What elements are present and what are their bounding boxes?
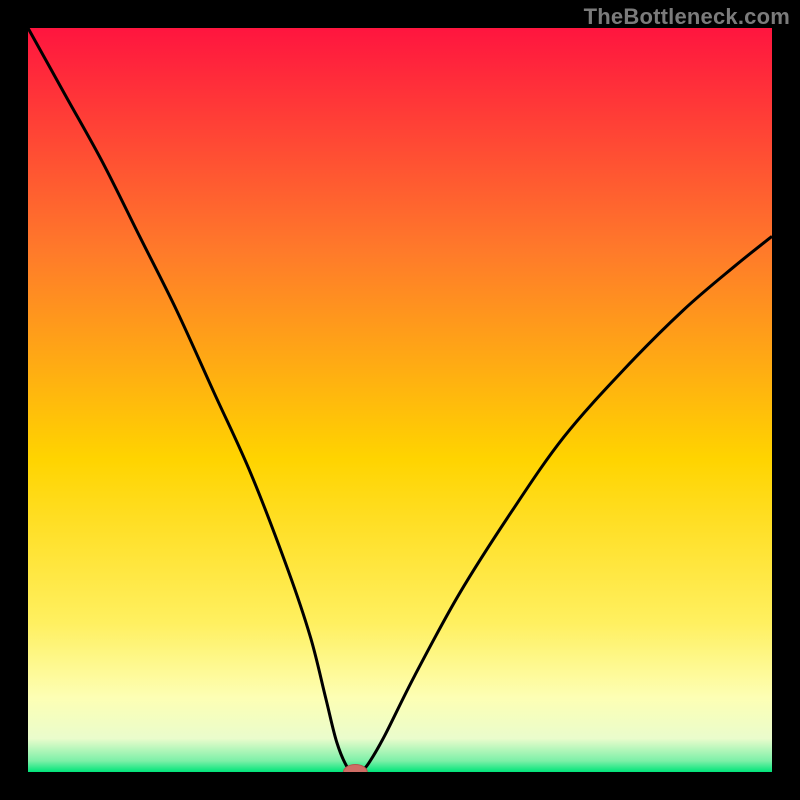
chart-frame: TheBottleneck.com [0,0,800,800]
gradient-background [28,28,772,772]
bottleneck-chart [28,28,772,772]
watermark-text: TheBottleneck.com [584,4,790,30]
plot-area [28,28,772,772]
